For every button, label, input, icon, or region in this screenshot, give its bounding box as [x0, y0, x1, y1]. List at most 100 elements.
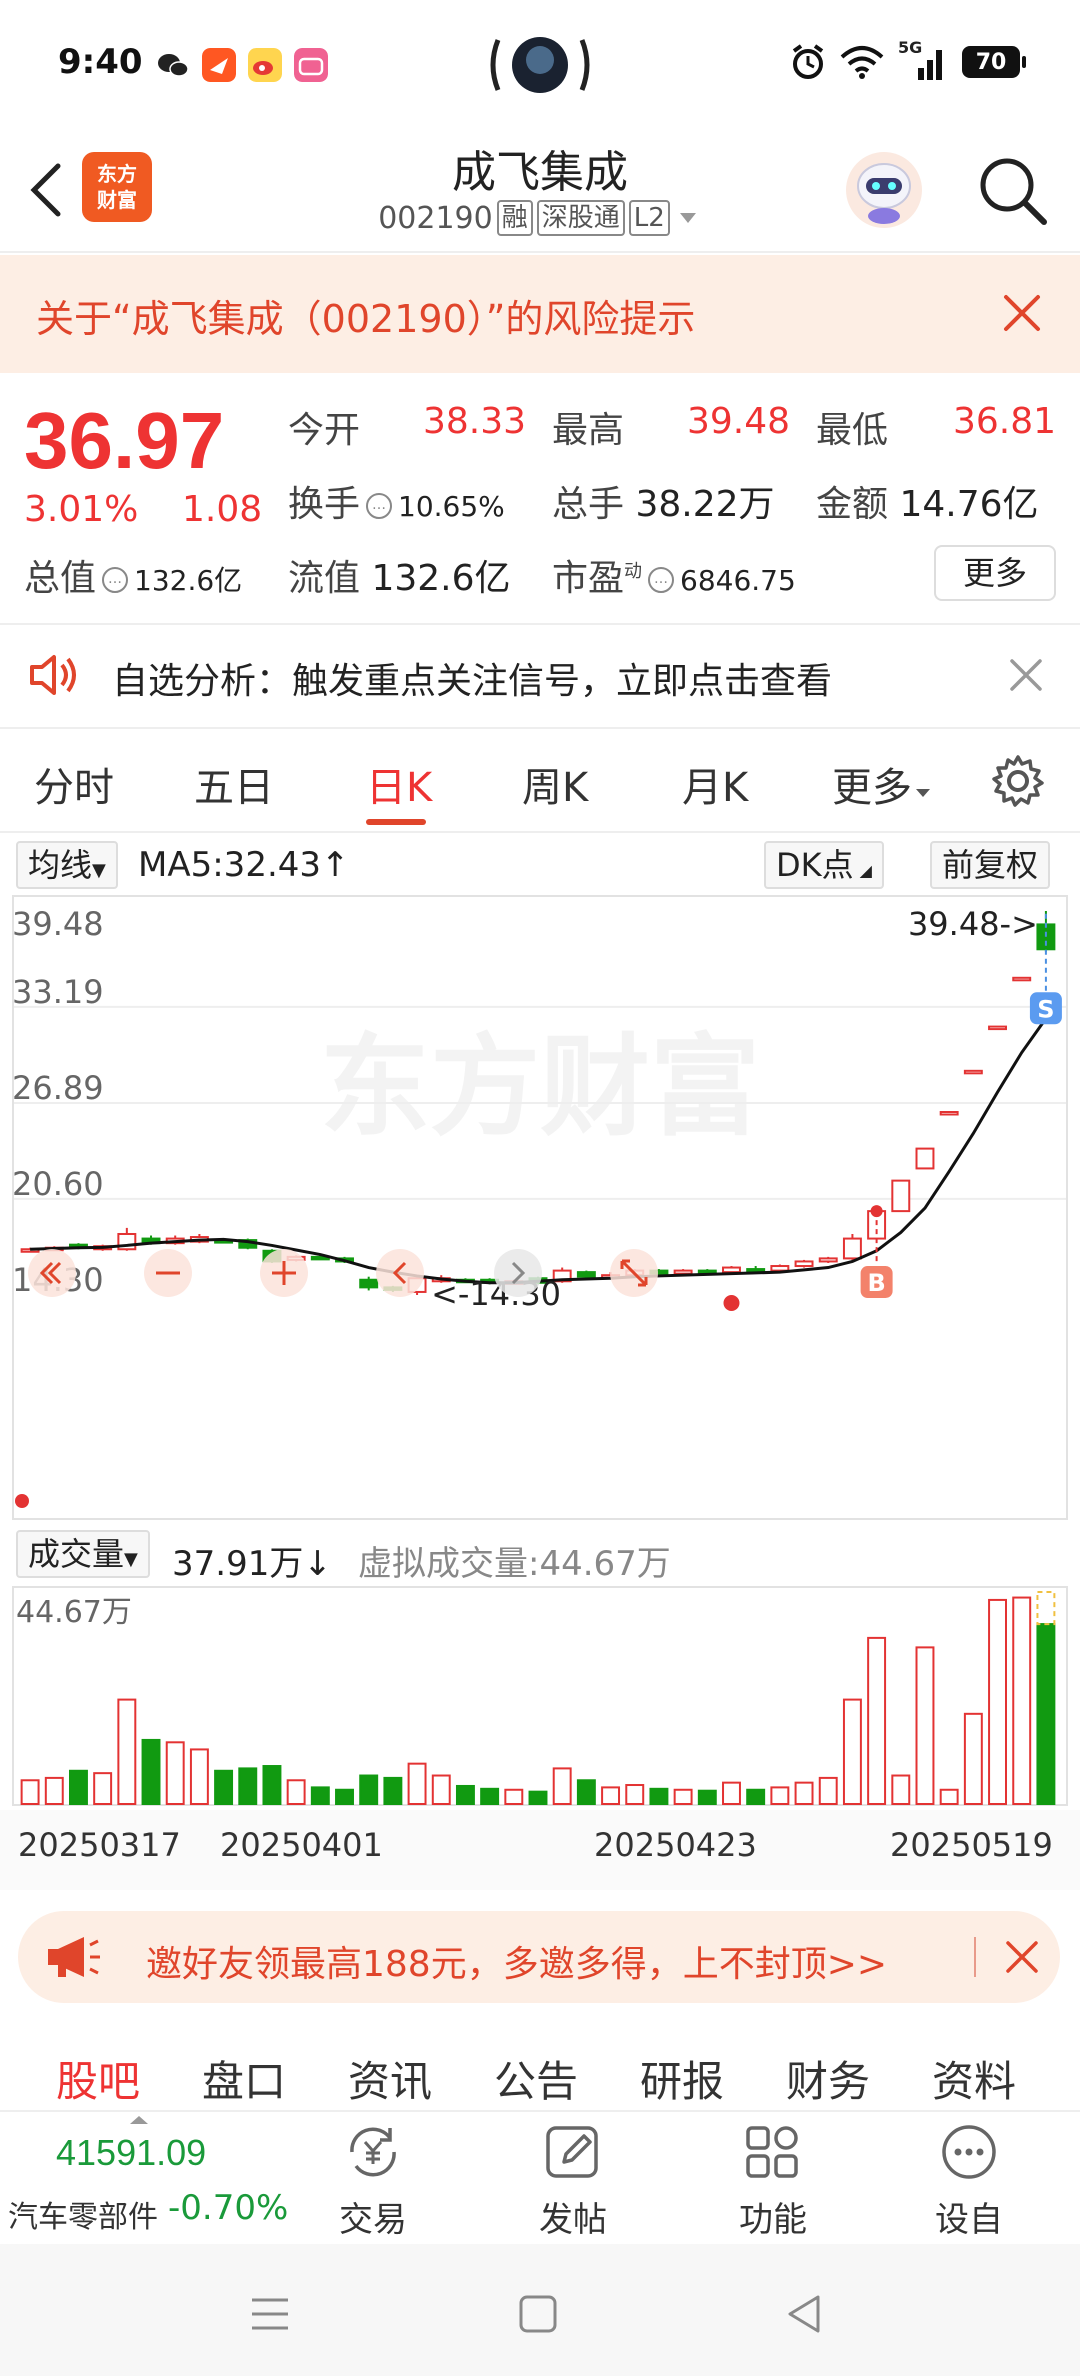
- signal-text: 自选分析：触发重点关注信号，立即点击查看: [112, 661, 833, 702]
- pe-label: 市盈: [552, 558, 625, 599]
- candle-body: [963, 1069, 983, 1075]
- volume-bar: [455, 1784, 475, 1806]
- signal-banner[interactable]: 自选分析：触发重点关注信号，立即点击查看: [0, 625, 1080, 725]
- volume-chart[interactable]: 44.67万: [12, 1586, 1068, 1806]
- gear-icon[interactable]: [988, 751, 1048, 811]
- dk-point-button[interactable]: DK点 ◢: [764, 841, 884, 889]
- info-icon[interactable]: …: [102, 567, 129, 593]
- menu-icon[interactable]: [250, 2296, 290, 2332]
- risk-warning-banner[interactable]: 关于“成飞集成（002190）”的风险提示: [0, 255, 1080, 373]
- date-label: 20250317: [18, 1826, 181, 1864]
- turnover-value: 10.65%: [398, 490, 505, 523]
- tab-news[interactable]: 资讯: [348, 2048, 432, 2109]
- adjust-button[interactable]: 前复权: [930, 841, 1051, 889]
- volume-value: 38.22万: [635, 484, 775, 525]
- trade-button[interactable]: 交易: [328, 2120, 418, 2240]
- sector-index-value: 41591.09: [56, 2132, 207, 2173]
- info-icon[interactable]: …: [648, 567, 675, 593]
- volume-bar: [770, 1786, 790, 1805]
- volume-bar: [69, 1769, 88, 1805]
- battery-icon: 70: [962, 46, 1026, 78]
- tab-intraday[interactable]: 分时: [34, 755, 114, 813]
- volume-bar: [93, 1772, 113, 1805]
- scroll-start-button[interactable]: [28, 1249, 76, 1297]
- tab-forum[interactable]: 股吧: [56, 2048, 140, 2109]
- ma5-arrow: ↑: [321, 845, 350, 885]
- zoom-out-button[interactable]: [144, 1249, 192, 1297]
- message-app-icon: [202, 48, 236, 82]
- mktcap-value: 132.6亿: [134, 564, 243, 597]
- volume-bar: [722, 1781, 741, 1806]
- close-icon[interactable]: [1004, 1939, 1040, 1975]
- info-icon[interactable]: …: [366, 493, 393, 519]
- chevron-down-icon: [679, 213, 696, 223]
- amount-row: 金额 14.76亿: [816, 475, 1039, 527]
- volume-indicator-selector[interactable]: 成交量▼: [16, 1530, 150, 1578]
- volume-bar: [504, 1788, 524, 1805]
- post-button[interactable]: 发帖: [528, 2120, 618, 2240]
- wechat-icon: [158, 54, 189, 77]
- dropdown-arrow-icon: ▼: [92, 860, 106, 881]
- fullscreen-button[interactable]: [610, 1249, 658, 1297]
- home-icon[interactable]: [518, 2294, 558, 2334]
- tab-research[interactable]: 研报: [640, 2048, 724, 2109]
- turnover-row[interactable]: 换手… 10.65%: [288, 475, 505, 527]
- tab-announcements[interactable]: 公告: [494, 2048, 578, 2109]
- back-nav-icon[interactable]: [786, 2294, 822, 2334]
- close-icon[interactable]: [1008, 657, 1044, 693]
- robot-assistant-icon[interactable]: [842, 148, 926, 232]
- pe-value: 6846.75: [680, 564, 796, 597]
- amount-label: 金额: [816, 484, 889, 525]
- search-icon[interactable]: [974, 152, 1050, 228]
- corner-arrow-icon: ◢: [859, 861, 872, 880]
- volume-bar: [480, 1787, 500, 1806]
- zoom-in-button[interactable]: [260, 1249, 308, 1297]
- high-value: 39.48: [686, 401, 790, 442]
- mktcap-row[interactable]: 总值… 132.6亿: [24, 549, 242, 601]
- tab-financials[interactable]: 财务: [786, 2048, 870, 2109]
- candle-body: [673, 1269, 693, 1275]
- scroll-right-button[interactable]: [494, 1249, 542, 1297]
- add-watchlist-button[interactable]: 设自选: [924, 2120, 1014, 2289]
- tab-monthly-k[interactable]: 月K: [682, 755, 748, 813]
- volume-bar: [649, 1787, 669, 1806]
- pe-row[interactable]: 市盈动… 6846.75: [552, 549, 796, 601]
- y-tick-label: 20.60: [12, 1165, 104, 1203]
- scroll-left-button[interactable]: [376, 1249, 424, 1297]
- more-dots-icon: [942, 2125, 996, 2179]
- candle-body: [818, 1257, 838, 1263]
- function-button[interactable]: 功能: [728, 2120, 818, 2240]
- high-label: 最高: [552, 410, 625, 451]
- tab-more[interactable]: 更多: [832, 755, 934, 813]
- volume-bar: [359, 1774, 379, 1805]
- ma-type-selector[interactable]: 均线▼: [16, 841, 118, 889]
- tab-daily-k[interactable]: 日K: [366, 755, 432, 813]
- volume-bar: [528, 1790, 548, 1806]
- connect-tag: 深股通: [536, 200, 625, 236]
- volume-bar: [867, 1636, 887, 1806]
- trade-label: 交易: [339, 2200, 407, 2240]
- volume-bar: [939, 1788, 959, 1805]
- date-label: 20250401: [220, 1826, 383, 1864]
- network-type: 5G: [898, 38, 923, 57]
- virtual-volume: 虚拟成交量:44.67万: [358, 1544, 671, 1584]
- y-tick-label: 39.48: [12, 905, 104, 943]
- candle-body: [359, 1278, 379, 1289]
- volume-bar: [383, 1776, 403, 1806]
- battery-level: 70: [975, 49, 1007, 75]
- kline-chart[interactable]: 东方财富 39.4833.1926.8920.6014.30 39.48-><-…: [12, 895, 1068, 1520]
- more-button[interactable]: 更多: [934, 545, 1056, 601]
- invite-promo-banner[interactable]: 邀好友领最高188元，多邀多得，上不封顶>>: [18, 1911, 1060, 2003]
- promo-text: 邀好友领最高188元，多邀多得，上不封顶>>: [146, 1944, 888, 1985]
- system-nav-bar: [0, 2244, 1080, 2376]
- close-icon[interactable]: [1000, 291, 1044, 335]
- volume-bar: [189, 1748, 209, 1805]
- volume-bar: [552, 1767, 572, 1805]
- caret-up-icon: [130, 2116, 148, 2124]
- tab-five-day[interactable]: 五日: [194, 755, 274, 813]
- float-value: 132.6亿: [371, 558, 511, 599]
- tab-weekly-k[interactable]: 周K: [522, 755, 588, 813]
- tab-orderbook[interactable]: 盘口: [202, 2048, 286, 2109]
- bilibili-icon: [294, 48, 328, 82]
- tab-profile[interactable]: 资料: [932, 2048, 1016, 2109]
